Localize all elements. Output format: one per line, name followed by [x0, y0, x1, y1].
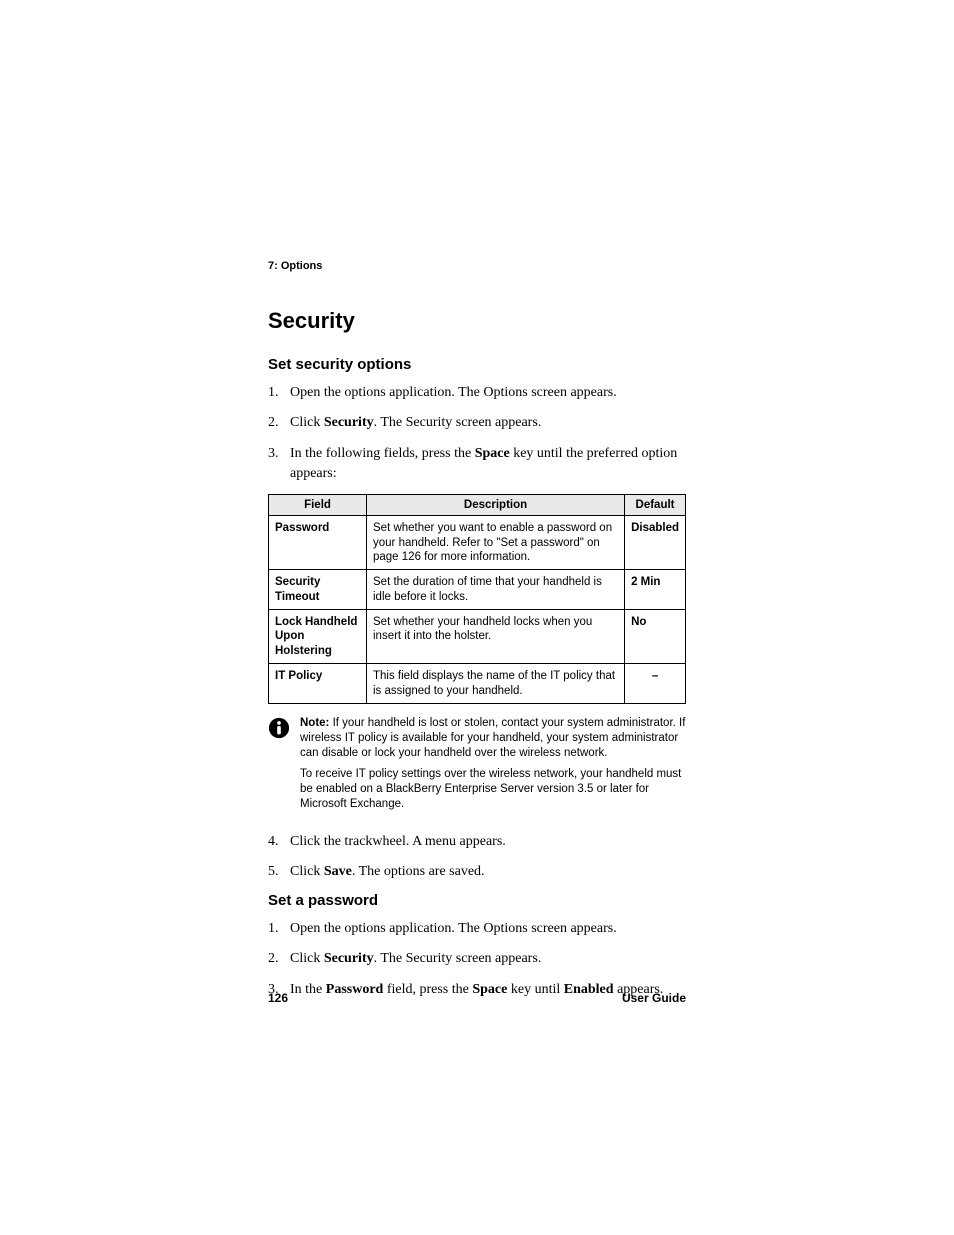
- info-icon: [268, 717, 290, 739]
- chapter-label: 7: Options: [268, 260, 686, 272]
- note-block: Note: If your handheld is lost or stolen…: [268, 716, 686, 818]
- page-number: 126: [268, 991, 288, 1005]
- step-item: Click Security. The Security screen appe…: [268, 413, 686, 433]
- steps-set-a-password: Open the options application. The Option…: [268, 919, 686, 1000]
- note-body: If your handheld is lost or stolen, cont…: [300, 717, 685, 759]
- cell-field: Security Timeout: [269, 570, 367, 610]
- step-bold: Save: [324, 864, 352, 879]
- cell-default: Disabled: [625, 516, 686, 570]
- step-text: Open the options application. The Option…: [290, 921, 617, 936]
- cell-default: No: [625, 610, 686, 664]
- col-header-field: Field: [269, 495, 367, 516]
- table-header-row: Field Description Default: [269, 495, 686, 516]
- section-title-security: Security: [268, 308, 686, 334]
- cell-default: 2 Min: [625, 570, 686, 610]
- step-text: Open the options application. The Option…: [290, 385, 617, 400]
- cell-description: This field displays the name of the IT p…: [367, 664, 625, 704]
- step-text: In the following fields, press the: [290, 446, 475, 461]
- cell-description: Set the duration of time that your handh…: [367, 570, 625, 610]
- step-text: Click: [290, 951, 324, 966]
- subsection-set-a-password: Set a password: [268, 892, 686, 909]
- cell-default: –: [625, 664, 686, 704]
- table-row: Lock Handheld Upon Holstering Set whethe…: [269, 610, 686, 664]
- security-options-table: Field Description Default Password Set w…: [268, 494, 686, 704]
- col-header-default: Default: [625, 495, 686, 516]
- step-item: Click Security. The Security screen appe…: [268, 949, 686, 969]
- cell-field: IT Policy: [269, 664, 367, 704]
- step-item: Open the options application. The Option…: [268, 919, 686, 939]
- step-item: In the following fields, press the Space…: [268, 444, 686, 485]
- step-bold: Security: [324, 951, 374, 966]
- subsection-set-security-options: Set security options: [268, 356, 686, 373]
- step-item: Click the trackwheel. A menu appears.: [268, 832, 686, 852]
- steps-set-security-options-cont: Click the trackwheel. A menu appears. Cl…: [268, 832, 686, 883]
- table-row: IT Policy This field displays the name o…: [269, 664, 686, 704]
- page-footer: 126 User Guide: [268, 991, 686, 1005]
- note-body: To receive IT policy settings over the w…: [300, 767, 686, 812]
- step-text: Click: [290, 864, 324, 879]
- note-label: Note:: [300, 717, 329, 729]
- step-text: . The options are saved.: [352, 864, 485, 879]
- step-text: . The Security screen appears.: [374, 415, 542, 430]
- cell-description: Set whether you want to enable a passwor…: [367, 516, 625, 570]
- step-item: Open the options application. The Option…: [268, 383, 686, 403]
- step-text: . The Security screen appears.: [374, 951, 542, 966]
- table-row: Password Set whether you want to enable …: [269, 516, 686, 570]
- steps-set-security-options: Open the options application. The Option…: [268, 383, 686, 484]
- step-text: Click the trackwheel. A menu appears.: [290, 834, 506, 849]
- cell-description: Set whether your handheld locks when you…: [367, 610, 625, 664]
- col-header-description: Description: [367, 495, 625, 516]
- note-text: Note: If your handheld is lost or stolen…: [300, 716, 686, 818]
- step-text: Click: [290, 415, 324, 430]
- cell-field: Lock Handheld Upon Holstering: [269, 610, 367, 664]
- footer-label: User Guide: [622, 991, 686, 1005]
- step-bold: Space: [475, 446, 510, 461]
- cell-field: Password: [269, 516, 367, 570]
- table-row: Security Timeout Set the duration of tim…: [269, 570, 686, 610]
- step-item: Click Save. The options are saved.: [268, 862, 686, 882]
- step-bold: Security: [324, 415, 374, 430]
